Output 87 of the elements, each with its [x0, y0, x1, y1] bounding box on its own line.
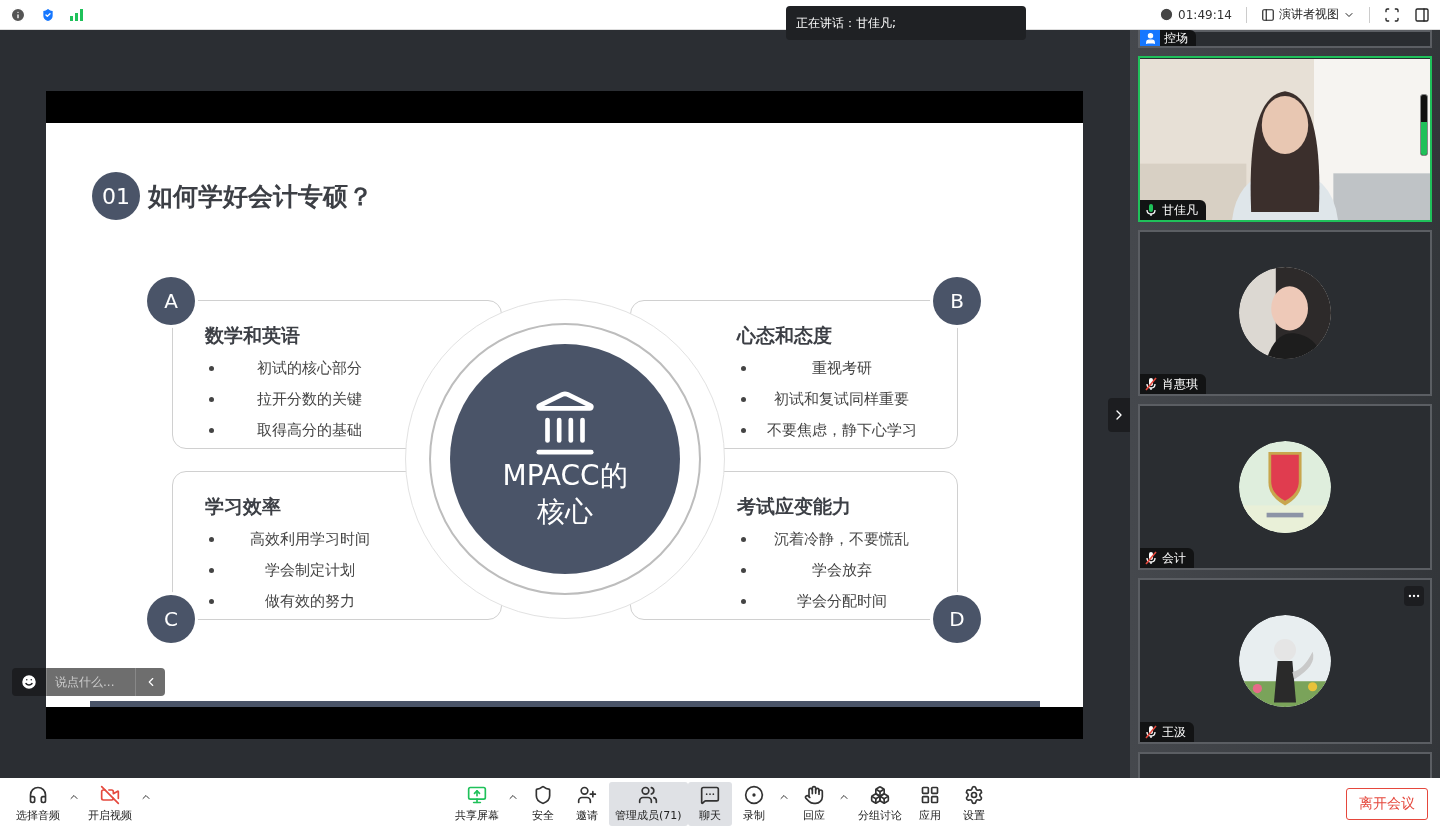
toolbar-button[interactable]: 邀请: [565, 782, 609, 826]
meeting-timer: 01:49:14: [1178, 7, 1232, 22]
core-label: MPACC的: [502, 458, 628, 494]
video-tile[interactable]: 甘佳凡: [1138, 56, 1432, 222]
participant-name: 控场: [1164, 30, 1188, 47]
bullet-dot: [741, 599, 746, 604]
topic-point: 学会放弃: [810, 561, 873, 580]
topic-point: 学会制定计划: [263, 561, 356, 580]
hand-icon: [803, 785, 824, 805]
shield-icon[interactable]: [40, 6, 56, 23]
bullet-dot: [741, 428, 746, 433]
toolbar-button[interactable]: 录制: [731, 782, 776, 826]
participant-name: 会计: [1162, 549, 1186, 567]
section-number: 01: [92, 172, 140, 220]
topic-heading: 数学和英语: [205, 323, 301, 348]
speaking-banner: 正在讲话：甘佳凡;: [786, 6, 1026, 40]
record-icon: [743, 785, 764, 805]
bullet-dot: [741, 366, 746, 371]
topic-point: 不要焦虑，静下心学习: [765, 421, 918, 440]
bullet-dot: [209, 568, 214, 573]
bullet-dot: [209, 428, 214, 433]
topic-point: 学会分配时间: [795, 592, 888, 611]
chat-icon: [699, 785, 720, 805]
sidebar-icon[interactable]: [1414, 6, 1430, 23]
bullet-dot: [209, 537, 214, 542]
toolbar-button[interactable]: 开启视频: [82, 782, 138, 826]
participant-name: 肖惠琪: [1162, 375, 1198, 393]
topic-heading: 学习效率: [205, 494, 282, 519]
topic-point: 拉开分数的关键: [256, 390, 363, 409]
letter-badge: B: [933, 277, 981, 325]
more-button[interactable]: [1404, 586, 1424, 606]
toolbar-button[interactable]: 回应: [791, 782, 836, 826]
topic-point: 高效利用学习时间: [248, 530, 371, 549]
bullet-dot: [741, 397, 746, 402]
participant-name: 王汲: [1162, 723, 1186, 741]
smiley-icon: [20, 673, 38, 691]
share-screen-icon: [467, 785, 487, 805]
signal-icon[interactable]: [70, 8, 84, 21]
bullet-dot: [741, 537, 746, 542]
layout-icon: [1261, 7, 1275, 22]
headphones-icon: [28, 785, 48, 805]
topic-point: 初试和复试同样重要: [773, 390, 910, 409]
topic-heading: 心态和态度: [737, 323, 833, 348]
participant-tile[interactable]: 会计: [1138, 404, 1432, 570]
letter-badge: D: [933, 595, 981, 643]
toolbar-button[interactable]: 管理成员(71): [609, 782, 688, 826]
toolbar-button[interactable]: 共享屏幕: [449, 782, 505, 826]
letter-badge: A: [147, 277, 195, 325]
slide-title: 如何学好会计专硕？: [148, 180, 373, 213]
fullscreen-icon[interactable]: [1384, 6, 1400, 23]
collapse-panel-button[interactable]: [1108, 398, 1130, 432]
toolbar-button[interactable]: 选择音频: [10, 782, 66, 826]
toolbar-button[interactable]: 应用: [907, 782, 952, 826]
topic-point: 取得高分的基础: [256, 421, 363, 440]
participant-tile[interactable]: 王汲: [1138, 578, 1432, 744]
chat-input[interactable]: 说点什么...: [46, 668, 135, 696]
participant-name: 甘佳凡: [1162, 201, 1198, 219]
bullet-dot: [209, 366, 214, 371]
topic-heading: 考试应变能力: [737, 494, 852, 519]
bullet-dot: [741, 568, 746, 573]
collapse-button[interactable]: [135, 668, 165, 696]
view-dropdown[interactable]: 演讲者视图: [1261, 6, 1355, 23]
topic-point: 重视考研: [810, 359, 873, 378]
toolbar-button[interactable]: 分组讨论: [851, 782, 908, 826]
bullet-dot: [209, 599, 214, 604]
participant-tile[interactable]: [1138, 752, 1432, 778]
topic-point: 初试的核心部分: [256, 359, 363, 378]
add-user-icon: [577, 785, 597, 805]
leave-meeting-button[interactable]: 离开会议: [1346, 788, 1428, 820]
shield-icon: [533, 785, 553, 805]
info-icon[interactable]: [10, 6, 26, 23]
settings-icon: [963, 785, 984, 805]
letter-badge: C: [147, 595, 195, 643]
users-icon: [638, 785, 659, 805]
toolbar-button[interactable]: 安全: [521, 782, 565, 826]
toolbar-button[interactable]: 聊天: [687, 782, 732, 826]
toolbar-button[interactable]: 设置: [951, 782, 996, 826]
grid-icon: [919, 785, 940, 805]
core-label: 核心: [537, 494, 593, 530]
topic-point: 沉着冷静，不要慌乱: [773, 530, 910, 549]
topic-point: 做有效的努力: [263, 592, 356, 611]
video-off-icon: [100, 785, 120, 805]
blocks-icon: [869, 785, 890, 805]
participant-tile[interactable]: 控场: [1138, 30, 1432, 48]
bullet-dot: [209, 397, 214, 402]
emoji-button[interactable]: [12, 668, 46, 696]
participant-tile[interactable]: 肖惠琪: [1138, 230, 1432, 396]
